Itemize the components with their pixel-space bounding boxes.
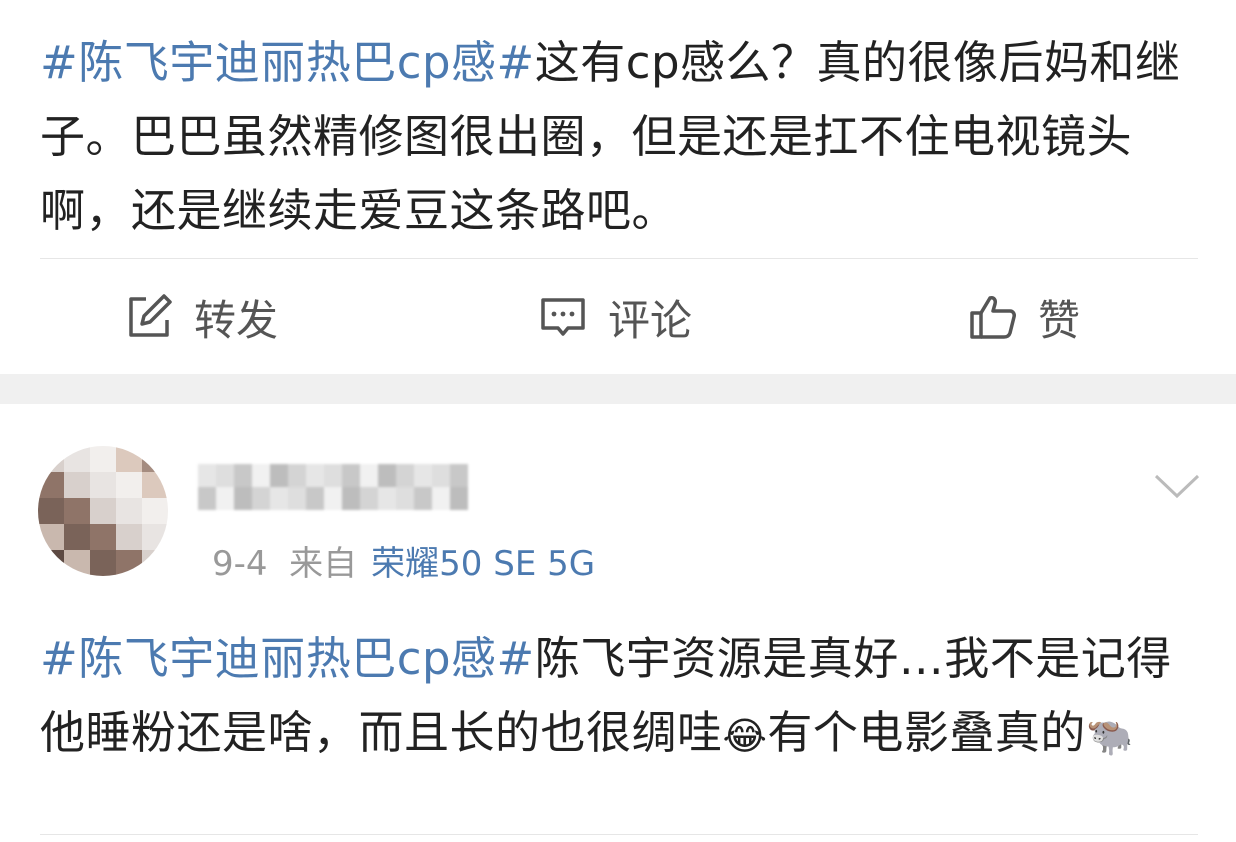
avatar-pixel bbox=[142, 472, 168, 498]
username-pixel bbox=[378, 487, 396, 510]
username-pixel bbox=[414, 464, 432, 487]
avatar-pixel bbox=[38, 550, 64, 576]
avatar-pixel bbox=[90, 446, 116, 472]
avatar-pixel bbox=[116, 550, 142, 576]
avatar-pixel bbox=[38, 524, 64, 550]
username-pixel bbox=[252, 464, 270, 487]
avatar-pixel bbox=[64, 498, 90, 524]
username-pixel bbox=[234, 487, 252, 510]
comment-label: 评论 bbox=[608, 295, 693, 345]
username-pixel bbox=[270, 487, 288, 510]
avatar-pixel bbox=[90, 550, 116, 576]
ox-emoji-icon: 🐃 bbox=[1085, 714, 1134, 758]
avatar-pixel bbox=[38, 446, 64, 472]
repost-label: 转发 bbox=[194, 295, 279, 345]
username-pixel bbox=[360, 464, 378, 487]
avatar-pixel bbox=[116, 472, 142, 498]
avatar-pixel bbox=[142, 498, 168, 524]
username-pixel bbox=[342, 487, 360, 510]
like-icon bbox=[970, 296, 1016, 339]
username-pixel bbox=[198, 487, 216, 510]
username-pixel bbox=[324, 464, 342, 487]
username-pixel bbox=[396, 487, 414, 510]
username-pixel bbox=[432, 464, 450, 487]
username-pixel bbox=[306, 487, 324, 510]
username-pixel bbox=[378, 464, 396, 487]
avatar-pixel bbox=[116, 498, 142, 524]
username-pixel bbox=[306, 464, 324, 487]
username-pixel bbox=[360, 487, 378, 510]
comment-button[interactable]: 评论 bbox=[538, 289, 692, 345]
post-card-1: #陈飞宇迪丽热巴cp感#这有cp感么？真的很像后妈和继子。巴巴虽然精修图很出圈，… bbox=[0, 0, 1236, 374]
username-pixel bbox=[252, 487, 270, 510]
avatar-pixel bbox=[90, 524, 116, 550]
chevron-down-icon[interactable] bbox=[1152, 466, 1202, 506]
username[interactable] bbox=[198, 464, 468, 510]
avatar-pixel bbox=[64, 524, 90, 550]
avatar-pixel bbox=[64, 550, 90, 576]
username-pixel bbox=[396, 464, 414, 487]
username-pixel bbox=[432, 487, 450, 510]
avatar-pixel bbox=[142, 550, 168, 576]
post-date: 9-4 bbox=[212, 544, 268, 584]
action-bar: 转发 评论 赞 bbox=[0, 259, 1236, 374]
username-pixel bbox=[288, 487, 306, 510]
avatar-pixel bbox=[38, 498, 64, 524]
username-pixel bbox=[216, 464, 234, 487]
repost-icon bbox=[129, 294, 172, 337]
repost-button[interactable]: 转发 bbox=[124, 289, 278, 345]
avatar-pixel bbox=[90, 472, 116, 498]
post-card-2: 9-4 来自 荣耀50 SE 5G #陈飞宇迪丽热巴cp感#陈飞宇资源是真好…我不… bbox=[0, 404, 1236, 842]
source-label: 来自 bbox=[289, 544, 358, 584]
comment-icon bbox=[541, 298, 585, 336]
divider bbox=[40, 834, 1198, 835]
username-pixel bbox=[450, 487, 468, 510]
avatar-pixel bbox=[116, 446, 142, 472]
post-body-continued: 有个电影叠真的 bbox=[767, 706, 1086, 759]
laughing-emoji-icon: 😂 bbox=[722, 714, 768, 758]
avatar-pixel bbox=[142, 524, 168, 550]
avatar-pixel bbox=[64, 446, 90, 472]
avatar-pixel bbox=[64, 472, 90, 498]
avatar-pixel bbox=[142, 446, 168, 472]
hashtag-link[interactable]: #陈飞宇迪丽热巴cp感# bbox=[40, 36, 535, 89]
like-button[interactable]: 赞 bbox=[968, 289, 1080, 345]
username-pixel bbox=[270, 464, 288, 487]
avatar-pixel bbox=[38, 472, 64, 498]
username-pixel bbox=[450, 464, 468, 487]
post-meta: 9-4 来自 荣耀50 SE 5G bbox=[212, 536, 595, 585]
username-pixel bbox=[234, 464, 252, 487]
device-link[interactable]: 荣耀50 SE 5G bbox=[371, 544, 595, 584]
username-pixel bbox=[288, 464, 306, 487]
avatar[interactable] bbox=[38, 446, 168, 576]
avatar-pixel bbox=[90, 498, 116, 524]
post-text: #陈飞宇迪丽热巴cp感#陈飞宇资源是真好…我不是记得他睡粉还是啥，而且长的也很绸… bbox=[40, 622, 1205, 773]
hashtag-link[interactable]: #陈飞宇迪丽热巴cp感# bbox=[40, 632, 535, 685]
username-pixel bbox=[414, 487, 432, 510]
username-pixel bbox=[198, 464, 216, 487]
post-text: #陈飞宇迪丽热巴cp感#这有cp感么？真的很像后妈和继子。巴巴虽然精修图很出圈，… bbox=[40, 26, 1205, 248]
avatar-pixel bbox=[116, 524, 142, 550]
username-pixel bbox=[216, 487, 234, 510]
post-separator bbox=[0, 374, 1236, 404]
username-pixel bbox=[342, 464, 360, 487]
like-label: 赞 bbox=[1038, 295, 1081, 345]
username-pixel bbox=[324, 487, 342, 510]
